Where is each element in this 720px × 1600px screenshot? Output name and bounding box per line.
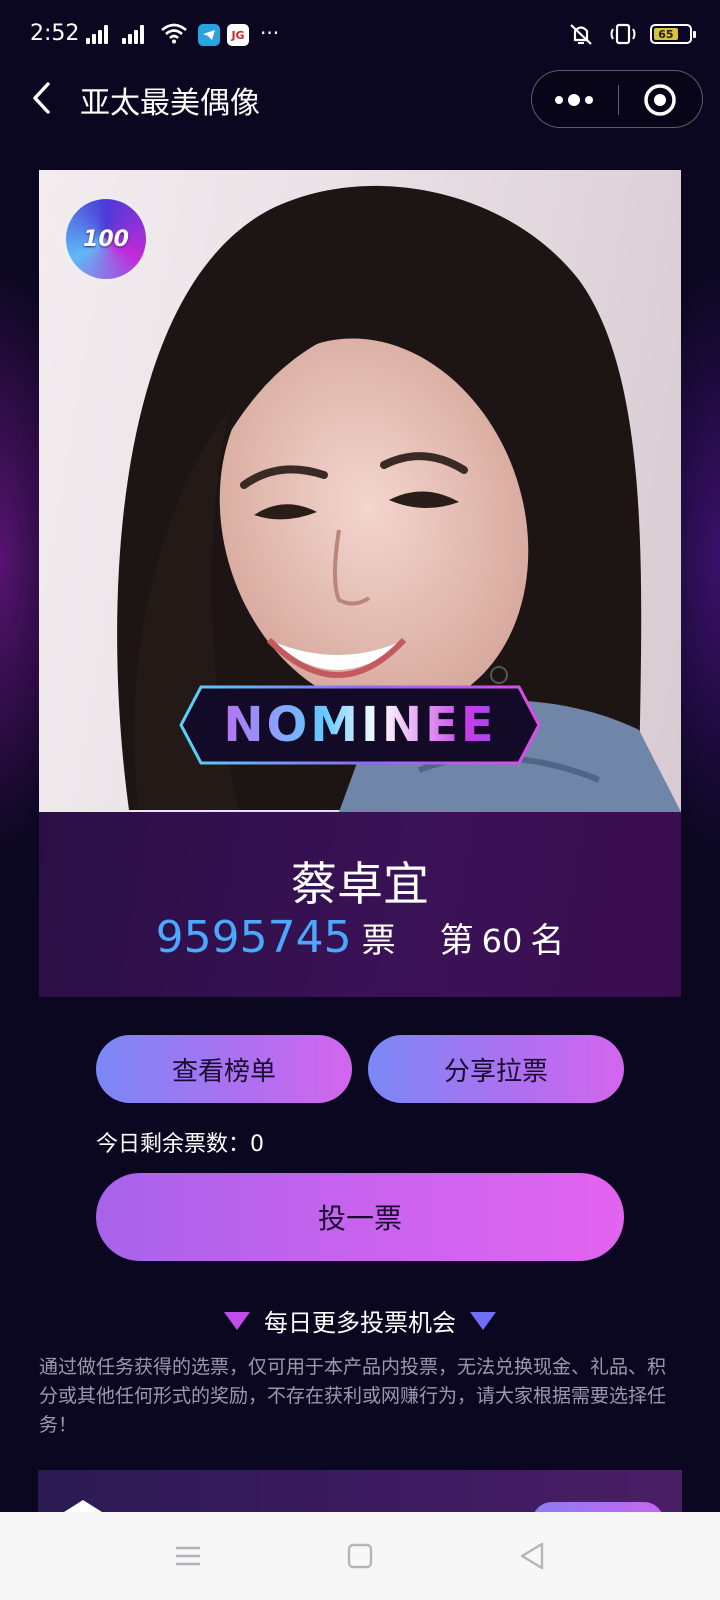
telegram-icon — [198, 24, 220, 46]
close-button[interactable] — [619, 71, 703, 129]
vote-button[interactable]: 投一票 — [96, 1173, 624, 1261]
more-button[interactable] — [532, 71, 618, 129]
status-more-icon: ··· — [260, 21, 280, 45]
square-icon[interactable] — [340, 1540, 380, 1572]
back-button[interactable] — [28, 80, 58, 116]
more-dots-icon — [555, 94, 593, 106]
menu-icon[interactable] — [168, 1540, 208, 1572]
more-chances-label: 每日更多投票机会 — [264, 1309, 456, 1337]
nominee-info-panel: 蔡卓宜 9595745 票 第 60 名 — [39, 812, 681, 997]
rank-label: 第 60 名 — [440, 913, 565, 962]
vibrate-off-icon — [570, 24, 592, 45]
status-right-icons: 65 — [566, 22, 696, 46]
page-title: 亚太最美偶像 — [80, 86, 260, 121]
mini-program-capsule — [531, 70, 703, 128]
wifi-icon — [161, 23, 187, 44]
triangle-down-icon — [224, 1311, 250, 1330]
view-ranking-button[interactable]: 查看榜单 — [96, 1035, 352, 1103]
rank-suffix: 名 — [530, 921, 565, 961]
battery-level: 65 — [654, 28, 678, 41]
remaining-votes-label: 今日剩余票数：0 — [96, 1132, 264, 1157]
share-vote-button[interactable]: 分享拉票 — [368, 1035, 624, 1103]
more-chances-header: 每日更多投票机会 — [0, 1303, 720, 1338]
status-bar: 2:52 JG ··· 65 — [0, 0, 720, 70]
signal-icon — [122, 24, 144, 44]
system-nav-bar — [0, 1512, 720, 1600]
nominee-name: 蔡卓宜 — [291, 857, 429, 911]
jg-app-icon: JG — [227, 24, 249, 46]
rank-prefix: 第 — [439, 921, 474, 961]
triangle-back-icon[interactable] — [512, 1540, 552, 1572]
nominee-label: NOMINEE — [179, 685, 541, 765]
top100-badge-text: 100 — [83, 226, 129, 252]
target-circle-icon — [644, 84, 676, 116]
vote-count: 9595745 — [155, 912, 352, 963]
nominee-banner: NOMINEE — [179, 685, 541, 765]
battery-icon: 65 — [650, 24, 696, 44]
votes-row: 9595745 票 第 60 名 — [39, 912, 681, 963]
triangle-down-icon — [470, 1311, 496, 1330]
status-time: 2:52 — [30, 21, 80, 46]
vote-unit: 票 — [361, 921, 396, 961]
top100-badge: 100 — [63, 196, 149, 282]
chevron-left-icon — [33, 82, 50, 114]
rank-value: 60 — [481, 922, 523, 960]
disclaimer-text: 通过做任务获得的选票，仅可用于本产品内投票，无法兑换现金、礼品、积分或其他任何形… — [39, 1356, 667, 1436]
nominee-photo: 100 NOMINEE — [39, 170, 681, 812]
vibrate-icon — [610, 23, 636, 45]
signal-icon — [86, 24, 108, 44]
